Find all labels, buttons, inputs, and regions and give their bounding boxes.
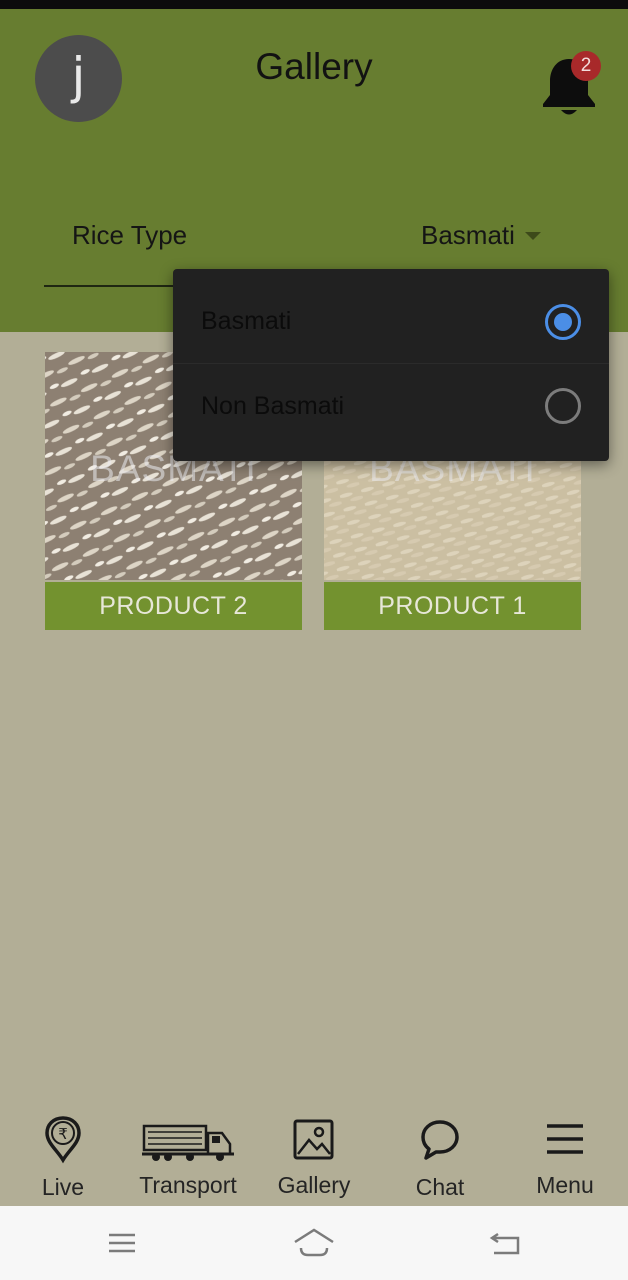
hamburger-icon <box>547 1124 583 1154</box>
rupee-pin-icon: ₹ <box>45 1116 81 1164</box>
rice-type-label: Rice Type <box>72 220 188 250</box>
nav-label-chat: Chat <box>415 1174 465 1200</box>
nav-label-transport: Transport <box>139 1172 237 1198</box>
recents-icon[interactable] <box>106 1226 138 1260</box>
product-label: PRODUCT 2 <box>45 582 302 630</box>
page-title: Gallery <box>255 46 373 87</box>
rice-type-dropdown: Basmati Non Basmati <box>173 269 609 461</box>
nav-item-menu[interactable]: Menu <box>526 1100 604 1206</box>
notification-badge: 2 <box>571 51 601 81</box>
system-navigation-bar <box>0 1206 628 1280</box>
dropdown-option-basmati[interactable]: Basmati <box>173 280 609 364</box>
rice-type-select[interactable]: Basmati <box>421 215 541 255</box>
nav-item-chat[interactable]: Chat <box>404 1100 476 1206</box>
back-icon[interactable] <box>488 1226 522 1260</box>
nav-label-gallery: Gallery <box>277 1172 351 1198</box>
truck-icon <box>142 1124 234 1161</box>
dropdown-option-label: Non Basmati <box>201 391 345 420</box>
status-bar <box>0 0 628 9</box>
caret-down-icon <box>524 232 541 240</box>
dropdown-option-label: Basmati <box>201 307 292 335</box>
nav-item-live[interactable]: ₹ Live <box>28 1100 98 1206</box>
home-icon[interactable] <box>292 1226 336 1260</box>
svg-text:₹: ₹ <box>58 1125 68 1143</box>
nav-label-menu: Menu <box>536 1172 594 1198</box>
nav-label-live: Live <box>41 1174 85 1200</box>
dropdown-option-non-basmati[interactable]: Non Basmati <box>173 364 609 448</box>
nav-item-gallery[interactable]: Gallery <box>270 1100 358 1206</box>
image-icon <box>293 1119 334 1160</box>
nav-item-transport[interactable]: Transport <box>131 1100 245 1206</box>
chat-bubble-icon <box>421 1120 459 1160</box>
radio-selected-icon[interactable] <box>545 303 581 340</box>
bottom-nav: ₹ Live Transport Gallery Chat Menu <box>0 1100 628 1206</box>
avatar[interactable]: j <box>35 35 122 122</box>
rice-type-select-value: Basmati <box>421 219 515 250</box>
filter-underline <box>44 285 179 287</box>
radio-unselected-icon[interactable] <box>545 388 581 424</box>
product-label: PRODUCT 1 <box>324 582 581 630</box>
